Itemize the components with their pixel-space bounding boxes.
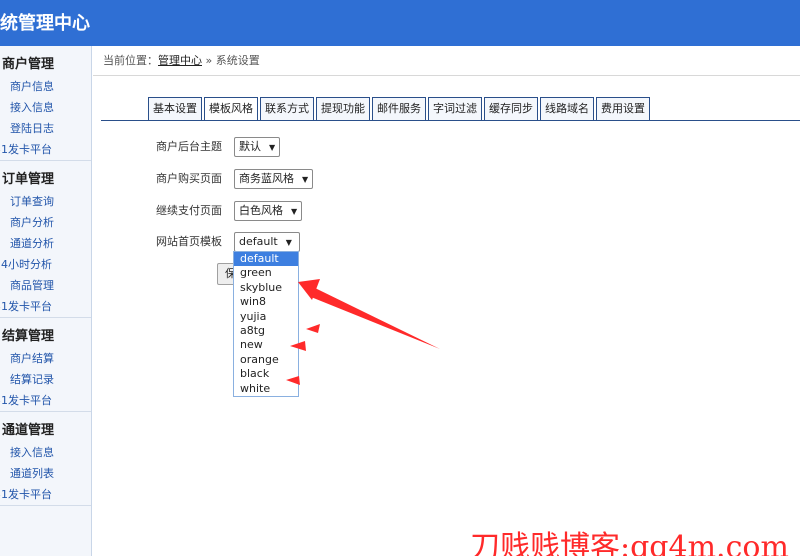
sidebar-group-title: 订单管理 (2, 172, 55, 187)
tab-cache-sync[interactable]: 缓存同步 (484, 97, 538, 121)
sidebar-item-channel-analysis[interactable]: 通道分析 (0, 233, 91, 254)
dropdown-option-new[interactable]: new (234, 338, 298, 352)
sidebar-item-merchant-info[interactable]: 商户信息 (0, 76, 91, 97)
tab-mail-service[interactable]: 邮件服务 (372, 97, 426, 121)
sidebar-item-card-platform[interactable]: 31发卡平台 (0, 296, 91, 317)
continue-pay-select[interactable]: 白色风格 ▼ (234, 201, 303, 221)
chevron-down-icon: ▼ (285, 238, 292, 247)
chevron-down-icon: ▼ (302, 175, 309, 184)
breadcrumb-prefix: 当前位置： (103, 54, 158, 67)
chevron-down-icon: ▼ (269, 143, 276, 152)
dropdown-option-win8[interactable]: win8 (234, 295, 298, 309)
tab-divider (101, 120, 800, 121)
merchant-theme-value: 默认 (239, 140, 261, 153)
sidebar-item-product-management[interactable]: 商品管理 (0, 275, 91, 296)
sidebar-item-card-platform[interactable]: 31发卡平台 (0, 484, 91, 505)
sidebar-group-channels: 通道管理 接入信息 通道列表 31发卡平台 (0, 420, 91, 506)
breadcrumb-home-link[interactable]: 管理中心 (158, 54, 202, 67)
sidebar-group-title: 结算管理 (2, 329, 55, 344)
tab-template-style[interactable]: 模板风格 (204, 97, 258, 121)
dropdown-option-yujia[interactable]: yujia (234, 310, 298, 324)
blog-watermark: 刀贱贱博客:qq4m.com (470, 530, 789, 556)
purchase-page-label: 商户购买页面 (156, 172, 222, 185)
form-row-purchase-page: 商户购买页面 商务蓝风格 ▼ (156, 169, 314, 189)
sidebar-item-merchant-analysis[interactable]: 商户分析 (0, 212, 91, 233)
dropdown-option-orange[interactable]: orange (234, 353, 298, 367)
sidebar-item-access-info[interactable]: 接入信息 (0, 97, 91, 118)
tab-word-filter[interactable]: 字词过滤 (428, 97, 482, 121)
form-row-merchant-theme: 商户后台主题 默认 ▼ (156, 137, 281, 157)
sidebar-item-settlement-records[interactable]: 结算记录 (0, 369, 91, 390)
sidebar-group-merchant: 商户管理 商户信息 接入信息 登陆日志 31发卡平台 (0, 54, 91, 161)
app-title: 统管理中心 (0, 13, 90, 34)
tab-fee-settings[interactable]: 费用设置 (596, 97, 650, 121)
form-row-homepage-template: 网站首页模板 default ▼ (156, 232, 300, 252)
dropdown-option-a8tg[interactable]: a8tg (234, 324, 298, 338)
homepage-template-label: 网站首页模板 (156, 235, 222, 248)
sidebar-group-settlement: 结算管理 商户结算 结算记录 31发卡平台 (0, 326, 91, 412)
tab-line-domain[interactable]: 线路域名 (540, 97, 594, 121)
continue-pay-label: 继续支付页面 (156, 204, 222, 217)
form-row-continue-pay-page: 继续支付页面 白色风格 ▼ (156, 201, 303, 221)
tab-withdraw[interactable]: 提现功能 (316, 97, 370, 121)
dropdown-option-skyblue[interactable]: skyblue (234, 281, 298, 295)
merchant-theme-label: 商户后台主题 (156, 140, 222, 153)
sidebar-group-orders: 订单管理 订单查询 商户分析 通道分析 24小时分析 商品管理 31发卡平台 (0, 169, 91, 318)
sidebar-item-merchant-settlement[interactable]: 商户结算 (0, 348, 91, 369)
sidebar-item-order-query[interactable]: 订单查询 (0, 191, 91, 212)
dropdown-option-green[interactable]: green (234, 266, 298, 280)
settings-tabs: 基本设置 模板风格 联系方式 提现功能 邮件服务 字词过滤 缓存同步 线路域名 费用设置 (148, 97, 652, 121)
sidebar-item-card-platform[interactable]: 31发卡平台 (0, 139, 91, 160)
purchase-page-select[interactable]: 商务蓝风格 ▼ (234, 169, 314, 189)
continue-pay-value: 白色风格 (239, 204, 283, 217)
sidebar-group-title: 商户管理 (2, 57, 55, 72)
dropdown-option-black[interactable]: black (234, 367, 298, 381)
breadcrumb-separator: » (202, 54, 216, 67)
tab-basic-settings[interactable]: 基本设置 (148, 97, 202, 121)
chevron-down-icon: ▼ (291, 207, 298, 216)
sidebar-item-24h-analysis[interactable]: 24小时分析 (0, 254, 91, 275)
template-dropdown-list: default green skyblue win8 yujia a8tg ne… (233, 251, 299, 397)
homepage-template-select[interactable]: default ▼ (234, 232, 300, 252)
app-header: 统管理中心 (0, 0, 800, 46)
dropdown-option-default[interactable]: default (234, 252, 298, 267)
breadcrumb: 当前位置：管理中心 » 系统设置 (93, 46, 800, 76)
main-content: 当前位置：管理中心 » 系统设置 基本设置 模板风格 联系方式 提现功能 邮件服务 字词过… (93, 46, 800, 556)
sidebar-item-login-log[interactable]: 登陆日志 (0, 118, 91, 139)
dropdown-option-white[interactable]: white (234, 382, 298, 396)
sidebar-group-title: 通道管理 (2, 423, 55, 438)
homepage-template-value: default (239, 235, 278, 248)
sidebar-item-card-platform[interactable]: 31发卡平台 (0, 390, 91, 411)
sidebar-item-channel-list[interactable]: 通道列表 (0, 463, 91, 484)
breadcrumb-current: 系统设置 (215, 54, 260, 67)
tab-contact[interactable]: 联系方式 (260, 97, 314, 121)
sidebar-item-access-info[interactable]: 接入信息 (0, 442, 91, 463)
merchant-theme-select[interactable]: 默认 ▼ (234, 137, 281, 157)
purchase-page-value: 商务蓝风格 (239, 172, 294, 185)
sidebar: 商户管理 商户信息 接入信息 登陆日志 31发卡平台 订单管理 订单查询 商户分… (0, 46, 92, 556)
